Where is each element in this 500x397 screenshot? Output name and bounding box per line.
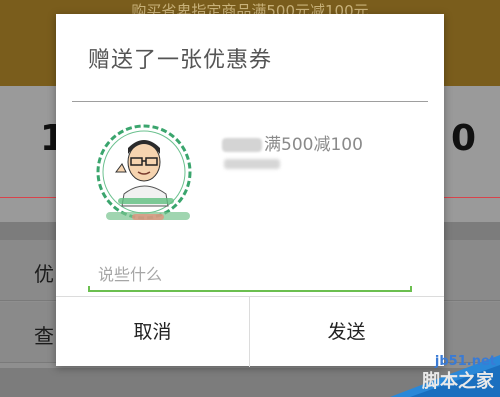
blurred-subtext	[224, 159, 280, 169]
row-1-label: 优	[34, 262, 54, 286]
title-divider	[72, 101, 428, 102]
row-2-label: 查	[34, 324, 54, 348]
dialog-title: 赠送了一张优惠券	[88, 48, 273, 73]
watermark: jb51.net 脚本之家	[350, 347, 500, 397]
gift-coupon-dialog: 赠送了一张优惠券 满500减100 取消 发送	[56, 14, 444, 367]
watermark-name: 脚本之家	[422, 371, 494, 392]
cancel-button[interactable]: 取消	[56, 297, 249, 367]
coupon-text: 满500减100	[264, 135, 363, 155]
blurred-text	[222, 138, 262, 152]
message-input[interactable]	[90, 257, 418, 291]
coupon-image	[88, 120, 200, 232]
coupon-description: 满500减100	[222, 130, 363, 155]
price-right: 0	[450, 118, 476, 159]
input-underline	[88, 286, 412, 292]
